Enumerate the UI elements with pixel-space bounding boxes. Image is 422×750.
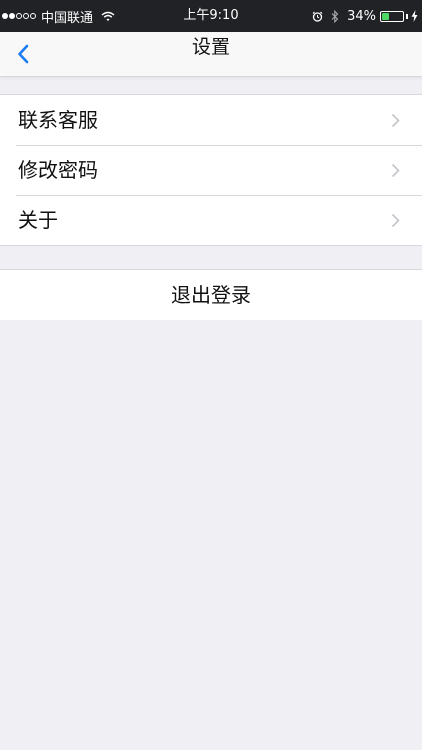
chevron-right-icon	[391, 113, 400, 128]
settings-list: 联系客服 修改密码 关于	[0, 94, 422, 246]
settings-item-label: 关于	[18, 208, 58, 232]
settings-item-about[interactable]: 关于	[0, 195, 422, 245]
logout-section: 退出登录	[0, 269, 422, 320]
settings-item-label: 联系客服	[18, 108, 98, 132]
navigation-bar: 设置	[0, 32, 422, 77]
page-title: 设置	[191, 36, 230, 58]
row-divider	[16, 195, 422, 196]
logout-button[interactable]: 退出登录	[0, 270, 422, 320]
battery-fill	[382, 12, 389, 20]
battery-icon	[380, 10, 404, 22]
settings-item-change-password[interactable]: 修改密码	[0, 145, 422, 195]
chevron-right-icon	[391, 163, 400, 178]
settings-item-label: 修改密码	[18, 158, 98, 182]
battery-cap	[406, 13, 408, 19]
chevron-right-icon	[391, 213, 400, 228]
status-right: 34%	[312, 0, 418, 32]
settings-item-contact-support[interactable]: 联系客服	[0, 95, 422, 145]
alarm-icon	[312, 11, 323, 22]
battery-percent: 34%	[347, 8, 376, 24]
status-bar: 中国联通 上午9:10 34%	[0, 0, 422, 32]
charging-icon	[411, 10, 418, 22]
bluetooth-icon	[331, 9, 339, 23]
